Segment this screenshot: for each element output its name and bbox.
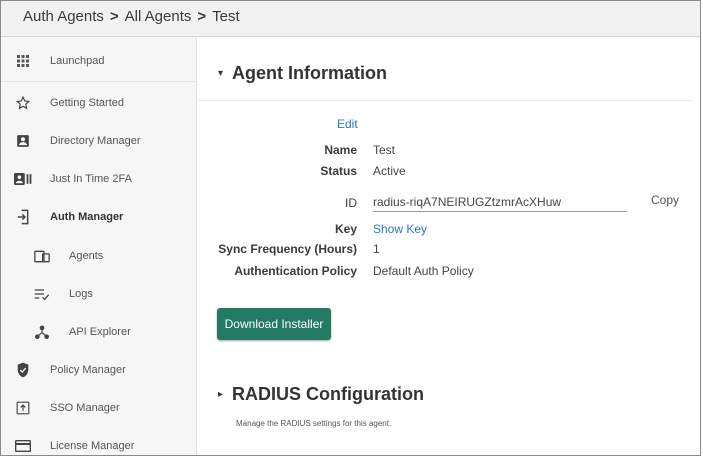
sign-in-box-icon	[14, 399, 32, 417]
sidebar-item-label: Agents	[69, 250, 104, 262]
id-field[interactable]	[373, 193, 627, 212]
sidebar: Launchpad Getting Started Directory Mana…	[1, 37, 197, 455]
section-divider	[198, 100, 692, 101]
agent-information-header[interactable]: ▾ Agent Information	[218, 63, 387, 84]
sidebar-item-label: Getting Started	[50, 97, 124, 109]
sidebar-item-label: Auth Manager	[50, 211, 124, 223]
top-bar: Auth Agents > All Agents > Test	[1, 1, 700, 37]
sidebar-item-label: Directory Manager	[50, 135, 141, 147]
caret-right-icon: ▸	[218, 389, 224, 400]
sidebar-item-api-explorer[interactable]: API Explorer	[1, 313, 197, 351]
auth-policy-label: Authentication Policy	[234, 264, 357, 278]
edit-link[interactable]: Edit	[337, 117, 358, 131]
section-title: Agent Information	[232, 63, 387, 83]
breadcrumb-separator: >	[109, 8, 119, 25]
breadcrumb: Auth Agents > All Agents > Test	[23, 8, 240, 25]
breadcrumb-all-agents[interactable]: All Agents	[125, 8, 192, 25]
sidebar-item-label: Launchpad	[50, 55, 105, 67]
status-label: Status	[320, 164, 357, 178]
sidebar-item-directory-manager[interactable]: Directory Manager	[1, 122, 197, 160]
sync-frequency-label: Sync Frequency (Hours)	[218, 242, 357, 256]
main-content: ▾ Agent Information Edit Name Test Statu…	[198, 37, 694, 455]
radius-configuration-header[interactable]: ▸ RADIUS Configuration	[218, 384, 424, 405]
copy-button[interactable]: Copy	[651, 193, 679, 207]
show-key-link[interactable]: Show Key	[373, 222, 427, 236]
sync-frequency-value: 1	[373, 242, 380, 256]
sidebar-item-launchpad[interactable]: Launchpad	[1, 42, 197, 80]
breadcrumb-auth-agents[interactable]: Auth Agents	[23, 8, 104, 25]
key-label: Key	[334, 222, 357, 236]
name-value: Test	[373, 143, 396, 157]
id-label: ID	[345, 196, 357, 210]
sidebar-divider	[1, 81, 197, 82]
card-icon	[14, 437, 32, 455]
auth-policy-value: Default Auth Policy	[373, 264, 474, 278]
sidebar-item-auth-manager[interactable]: Auth Manager	[1, 198, 197, 236]
grid-icon	[14, 52, 32, 70]
shield-icon	[14, 361, 32, 379]
star-icon	[14, 94, 32, 112]
sidebar-item-label: SSO Manager	[50, 402, 120, 414]
status-value: Active	[373, 164, 406, 178]
sidebar-item-label: Policy Manager	[50, 364, 126, 376]
sidebar-item-label: License Manager	[50, 440, 135, 452]
breadcrumb-separator: >	[197, 8, 207, 25]
login-icon	[14, 208, 32, 226]
sidebar-item-label: Just In Time 2FA	[50, 173, 132, 185]
app-window: Auth Agents > All Agents > Test Launchpad Ge…	[0, 0, 701, 456]
name-label: Name	[324, 143, 357, 157]
sidebar-item-label: Logs	[69, 288, 93, 300]
radius-description: Manage the RADIUS settings for this agen…	[236, 419, 392, 428]
sidebar-item-label: API Explorer	[69, 326, 131, 338]
sidebar-item-logs[interactable]: Logs	[1, 275, 197, 313]
breadcrumb-current: Test	[212, 8, 240, 25]
devices-icon	[33, 247, 51, 265]
section-title: RADIUS Configuration	[232, 384, 424, 404]
caret-down-icon: ▾	[218, 68, 224, 79]
list-check-icon	[33, 285, 51, 303]
sidebar-item-policy-manager[interactable]: Policy Manager	[1, 351, 197, 389]
contact-card-icon	[14, 132, 32, 150]
sidebar-item-getting-started[interactable]: Getting Started	[1, 84, 197, 122]
sidebar-item-license-manager[interactable]: License Manager	[1, 427, 197, 455]
id-card-icon	[14, 170, 32, 188]
sidebar-item-just-in-time-2fa[interactable]: Just In Time 2FA	[1, 160, 197, 198]
network-icon	[33, 323, 51, 341]
sidebar-item-agents[interactable]: Agents	[1, 237, 197, 275]
download-installer-button[interactable]: Download Installer	[217, 308, 331, 340]
sidebar-item-sso-manager[interactable]: SSO Manager	[1, 389, 197, 427]
